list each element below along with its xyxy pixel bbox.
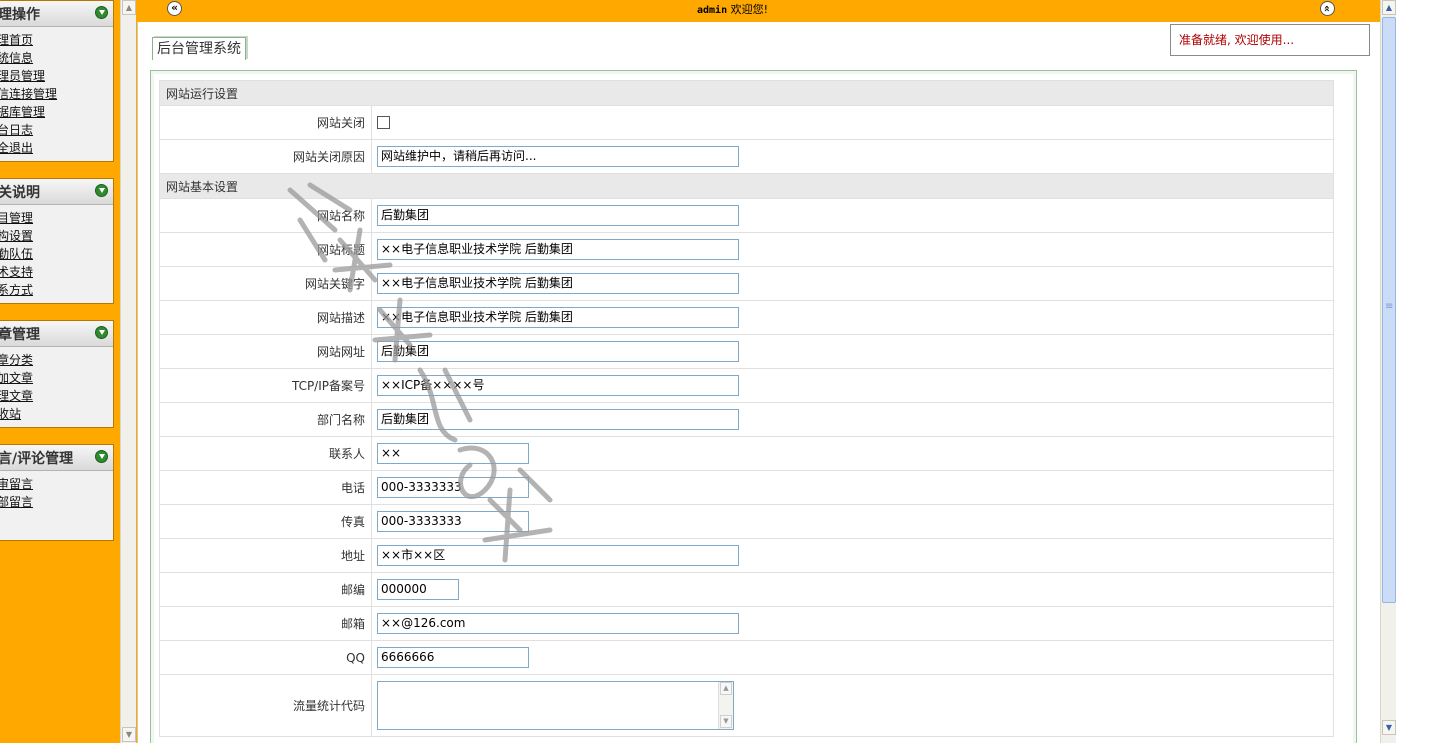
department-label: 部门名称 [159,402,372,437]
menu-group-title: 言/评论管理 [0,451,74,467]
menu-group-header[interactable]: 章管理 [0,321,113,347]
menu-item-link[interactable]: 统信息 [0,49,113,67]
scroll-up-arrow-icon[interactable]: ▲ [1382,0,1396,15]
left-frame-scrollbar[interactable]: ▲ ▼ [120,0,136,743]
keywords-input[interactable]: ××电子信息职业技术学院 后勤集团 [377,273,739,294]
site-url-input[interactable]: 后勤集团 [377,341,739,362]
site-closed-checkbox[interactable] [377,116,390,129]
menu-item-link[interactable]: 审留言 [0,475,113,493]
site-title-label: 网站标题 [159,232,372,267]
site-url-label: 网站网址 [159,334,372,369]
site-title-input[interactable]: ××电子信息职业技术学院 后勤集团 [377,239,739,260]
username: admin [697,5,728,16]
main-frame-scrollbar[interactable]: ▲ ▼ [1380,0,1396,743]
menu-group-header[interactable]: 关说明 [0,179,113,205]
description-input[interactable]: ××电子信息职业技术学院 后勤集团 [377,307,739,328]
menu-item-link[interactable]: 理员管理 [0,67,113,85]
address-input[interactable]: ××市××区 [377,545,739,566]
collapse-top-icon[interactable]: » [1320,1,1335,16]
left-menu-frame: 理操作理首页 统信息 理员管理 信连接管理 据库管理 台日志 全退出关说明目管理 构设置 勤队伍… [0,0,120,743]
address-label: 地址 [159,538,372,573]
keywords-label: 网站关键字 [159,266,372,301]
menu-item-link[interactable]: 收站 [0,405,113,423]
icp-input[interactable]: ××ICP备××××号 [377,375,739,396]
tab-admin-system[interactable]: 后台管理系统 [152,37,246,60]
site-name-label: 网站名称 [159,198,372,233]
scroll-down-arrow-icon[interactable]: ▼ [720,715,732,728]
menu-group-articles: 章管理章分类 加文章 理文章 收站 [0,320,114,428]
section-title-run: 网站运行设置 [159,80,1334,106]
welcome-message: admin 欢迎您! [697,1,768,17]
fax-label: 传真 [159,504,372,539]
menu-item-link[interactable]: 理文章 [0,387,113,405]
site-closed-label: 网站关闭 [159,105,372,140]
icp-label: TCP/IP备案号 [159,368,372,403]
menu-item-link[interactable]: 构设置 [0,227,113,245]
site-name-input[interactable]: 后勤集团 [377,205,739,226]
stats-code-textarea[interactable]: ▲ ▼ [377,681,734,730]
status-message: 准备就绪, 欢迎使用... [1170,24,1370,56]
welcome-text: 欢迎您! [727,3,769,16]
menu-item-link[interactable]: 术支持 [0,263,113,281]
postcode-label: 邮编 [159,572,372,607]
section-title-basic: 网站基本设置 [159,173,1334,199]
menu-item-link[interactable]: 全退出 [0,139,113,157]
phone-label: 电话 [159,470,372,505]
menu-item-link[interactable]: 据库管理 [0,103,113,121]
settings-form: 网站运行设置 网站关闭 网站关闭原因 网站维护中，请稍后再访问... 网站基本设… [159,80,1334,737]
menu-group-system-operations: 理操作理首页 统信息 理员管理 信连接管理 据库管理 台日志 全退出 [0,0,114,162]
scroll-up-arrow-icon[interactable]: ▲ [122,0,136,15]
main-content: 后台管理系统 准备就绪, 欢迎使用... 网站运行设置 网站关闭 网站关闭原因 … [137,22,1380,743]
menu-item-link[interactable]: 理首页 [0,31,113,49]
menu-item-list: 目管理 构设置 勤队伍 术支持 系方式 [0,205,113,303]
menu-group-header[interactable]: 言/评论管理 [0,445,113,471]
menu-group-title: 理操作 [0,7,40,23]
menu-group-header[interactable]: 理操作 [0,1,113,27]
stats-code-label: 流量统计代码 [159,674,372,737]
qq-label: QQ [159,640,372,675]
textarea-scrollbar[interactable]: ▲ ▼ [718,682,733,729]
postcode-input[interactable]: 000000 [377,579,459,600]
scroll-up-arrow-icon[interactable]: ▲ [720,682,732,695]
scroll-down-arrow-icon[interactable]: ▼ [1382,720,1396,735]
expand-arrow-icon[interactable] [95,184,108,197]
contact-input[interactable]: ×× [377,443,529,464]
menu-item-link[interactable]: 系方式 [0,281,113,299]
contact-label: 联系人 [159,436,372,471]
qq-input[interactable]: 6666666 [377,647,529,668]
form-row: 网站关闭 [159,105,1334,140]
menu-group-title: 章管理 [0,327,40,343]
scroll-down-arrow-icon[interactable]: ▼ [122,727,136,742]
menu-group-title: 关说明 [0,185,40,201]
top-bar: « admin 欢迎您! » [137,0,1380,22]
menu-item-link[interactable]: 信连接管理 [0,85,113,103]
menu-item-link[interactable]: 加文章 [0,369,113,387]
close-reason-label: 网站关闭原因 [159,139,372,174]
phone-input[interactable]: 000-3333333 [377,477,529,498]
close-reason-input[interactable]: 网站维护中，请稍后再访问... [377,146,739,167]
expand-arrow-icon[interactable] [95,6,108,19]
email-input[interactable]: ××@126.com [377,613,739,634]
page-gutter [1396,0,1440,743]
menu-item-list: 理首页 统信息 理员管理 信连接管理 据库管理 台日志 全退出 [0,27,113,161]
menu-group-about: 关说明目管理 构设置 勤队伍 术支持 系方式 [0,178,114,304]
scroll-thumb[interactable] [1382,17,1396,603]
collapse-left-icon[interactable]: « [167,1,182,16]
expand-arrow-icon[interactable] [95,450,108,463]
menu-item-link[interactable]: 章分类 [0,351,113,369]
menu-item-list: 审留言 部留言 [0,471,113,515]
menu-item-list: 章分类 加文章 理文章 收站 [0,347,113,427]
expand-arrow-icon[interactable] [95,326,108,339]
description-label: 网站描述 [159,300,372,335]
menu-item-link[interactable]: 部留言 [0,493,113,511]
menu-item-link[interactable]: 勤队伍 [0,245,113,263]
fax-input[interactable]: 000-3333333 [377,511,529,532]
menu-item-link[interactable]: 台日志 [0,121,113,139]
menu-item-link[interactable]: 目管理 [0,209,113,227]
email-label: 邮箱 [159,606,372,641]
menu-group-comments: 言/评论管理审留言 部留言 [0,444,114,541]
department-input[interactable]: 后勤集团 [377,409,739,430]
